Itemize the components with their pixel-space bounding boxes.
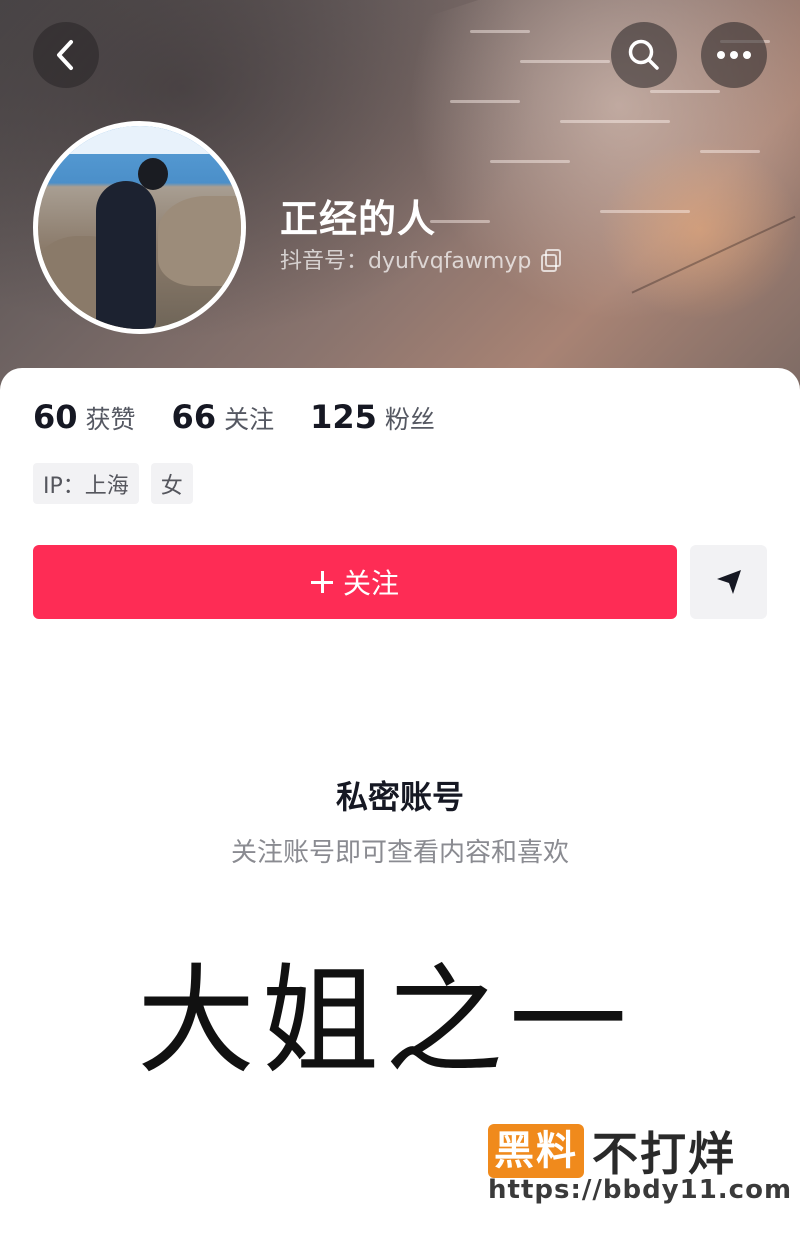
message-button[interactable] <box>690 545 767 619</box>
douyin-id-text: 抖音号：dyufvqfawmyp <box>280 249 532 274</box>
stat-followers-label: 粉丝 <box>384 405 435 434</box>
overlay-caption: 大姐之一 <box>136 952 633 1090</box>
stat-following-value: 66 <box>171 398 217 436</box>
avatar[interactable] <box>33 121 246 334</box>
stat-likes-value: 60 <box>33 398 78 436</box>
profile-tags: IP：上海 女 <box>33 463 193 504</box>
copy-icon[interactable] <box>541 249 562 272</box>
private-account-description: 关注账号即可查看内容和喜欢 <box>230 838 569 868</box>
more-button[interactable] <box>701 22 767 88</box>
search-button[interactable] <box>611 22 677 88</box>
private-account-title: 私密账号 <box>335 778 464 816</box>
send-icon <box>716 570 741 594</box>
stat-likes-label: 获赞 <box>85 405 136 434</box>
follow-button-label: 关注 <box>342 567 399 600</box>
plus-icon <box>310 571 333 593</box>
more-horizontal-icon <box>717 51 751 59</box>
stat-likes[interactable]: 60 获赞 <box>33 398 136 436</box>
gender-tag: 女 <box>150 463 193 504</box>
search-icon <box>628 39 659 70</box>
ip-location-tag: IP：上海 <box>33 463 139 504</box>
chevron-left-icon <box>57 40 73 70</box>
watermark-url: https://bbdy11.com <box>488 1175 793 1205</box>
stat-following[interactable]: 66 关注 <box>172 398 275 436</box>
douyin-id-row[interactable]: 抖音号：dyufvqfawmyp <box>280 243 562 275</box>
profile-name: 正经的人 <box>280 197 437 241</box>
follow-button[interactable]: 关注 <box>33 545 677 619</box>
back-button[interactable] <box>33 22 99 88</box>
stat-following-label: 关注 <box>224 405 275 434</box>
stat-followers[interactable]: 125 粉丝 <box>310 398 435 436</box>
stat-followers-value: 125 <box>310 398 377 436</box>
watermark-brand-box: 黑料 <box>488 1124 584 1178</box>
stats-row: 60 获赞 66 关注 125 粉丝 <box>33 398 471 436</box>
